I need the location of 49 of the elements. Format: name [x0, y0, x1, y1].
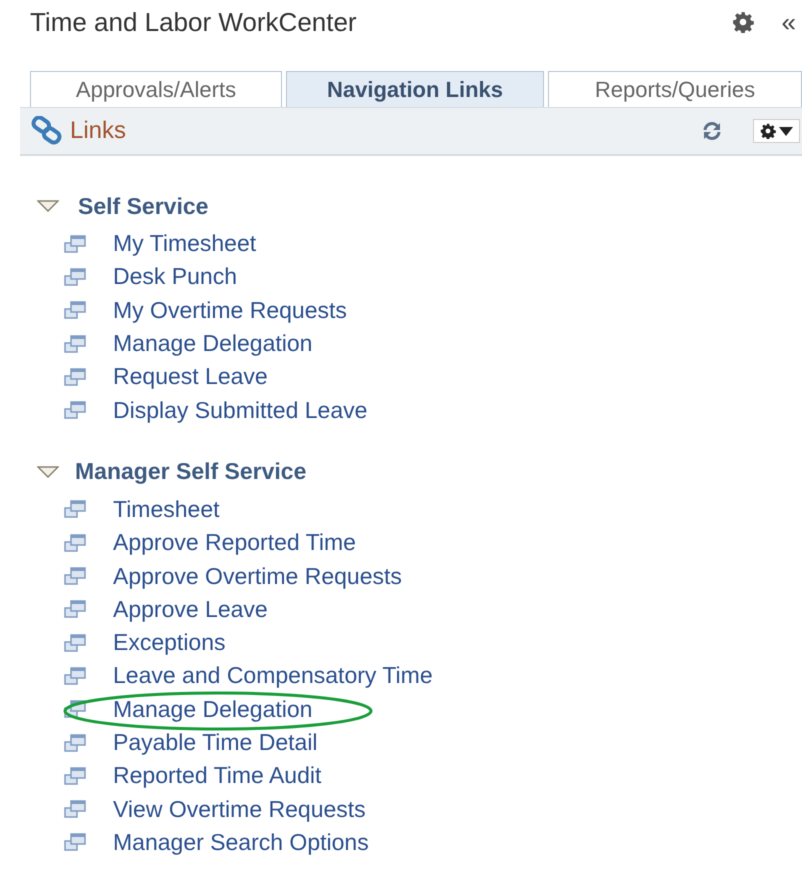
caret-icon — [779, 126, 793, 136]
page-title: Time and Labor WorkCenter — [30, 6, 358, 38]
new-window-icon — [64, 368, 86, 386]
new-window-icon — [64, 766, 86, 785]
new-window-icon — [64, 567, 86, 586]
pagelet-title: Links — [70, 117, 128, 145]
new-window-icon — [64, 268, 86, 286]
new-window-icon — [64, 301, 86, 320]
nav-link[interactable]: Manager Search Options — [113, 828, 369, 856]
nav-link[interactable]: Leave and Compensatory Time — [113, 662, 433, 690]
nav-link[interactable]: Payable Time Detail — [113, 729, 318, 756]
new-window-icon — [64, 800, 86, 818]
nav-link[interactable]: Exceptions — [113, 629, 226, 656]
new-window-icon — [64, 833, 86, 852]
nav-link[interactable]: Display Submitted Leave — [113, 396, 368, 424]
tab[interactable]: Navigation Links — [286, 71, 544, 107]
nav-link[interactable]: Approve Leave — [113, 596, 268, 623]
nav-link[interactable]: Timesheet — [113, 496, 220, 523]
new-window-icon — [64, 666, 86, 685]
chain-link-icon — [30, 116, 64, 146]
group-heading: Self Service — [78, 192, 208, 220]
new-window-icon — [64, 734, 86, 752]
new-window-icon — [64, 500, 86, 518]
nav-link[interactable]: My Overtime Requests — [113, 296, 347, 324]
new-window-icon — [64, 234, 86, 253]
new-window-icon — [64, 401, 86, 420]
nav-link[interactable]: View Overtime Requests — [113, 796, 366, 823]
new-window-icon — [64, 700, 86, 718]
tab[interactable]: Reports/Queries — [548, 71, 802, 107]
expanded-triangle-icon[interactable] — [37, 200, 59, 212]
gear-icon — [760, 123, 776, 139]
settings-menu-button[interactable] — [753, 119, 800, 143]
collapse-button[interactable]: « — [782, 6, 796, 38]
nav-link[interactable]: Request Leave — [113, 363, 268, 390]
settings-icon[interactable] — [732, 11, 754, 33]
new-window-icon — [64, 600, 86, 618]
nav-link[interactable]: Reported Time Audit — [113, 762, 322, 790]
new-window-icon — [64, 634, 86, 652]
group-heading: Manager Self Service — [75, 458, 306, 486]
nav-link[interactable]: Approve Reported Time — [113, 529, 356, 556]
nav-link[interactable]: Approve Overtime Requests — [113, 562, 402, 590]
nav-link[interactable]: Desk Punch — [113, 263, 238, 290]
nav-link[interactable]: My Timesheet — [113, 230, 256, 258]
new-window-icon — [64, 334, 86, 353]
expanded-triangle-icon[interactable] — [37, 466, 59, 478]
nav-link[interactable]: Manage Delegation — [113, 330, 312, 358]
refresh-icon[interactable] — [701, 120, 723, 142]
new-window-icon — [64, 534, 86, 552]
tab[interactable]: Approvals/Alerts — [30, 71, 282, 107]
